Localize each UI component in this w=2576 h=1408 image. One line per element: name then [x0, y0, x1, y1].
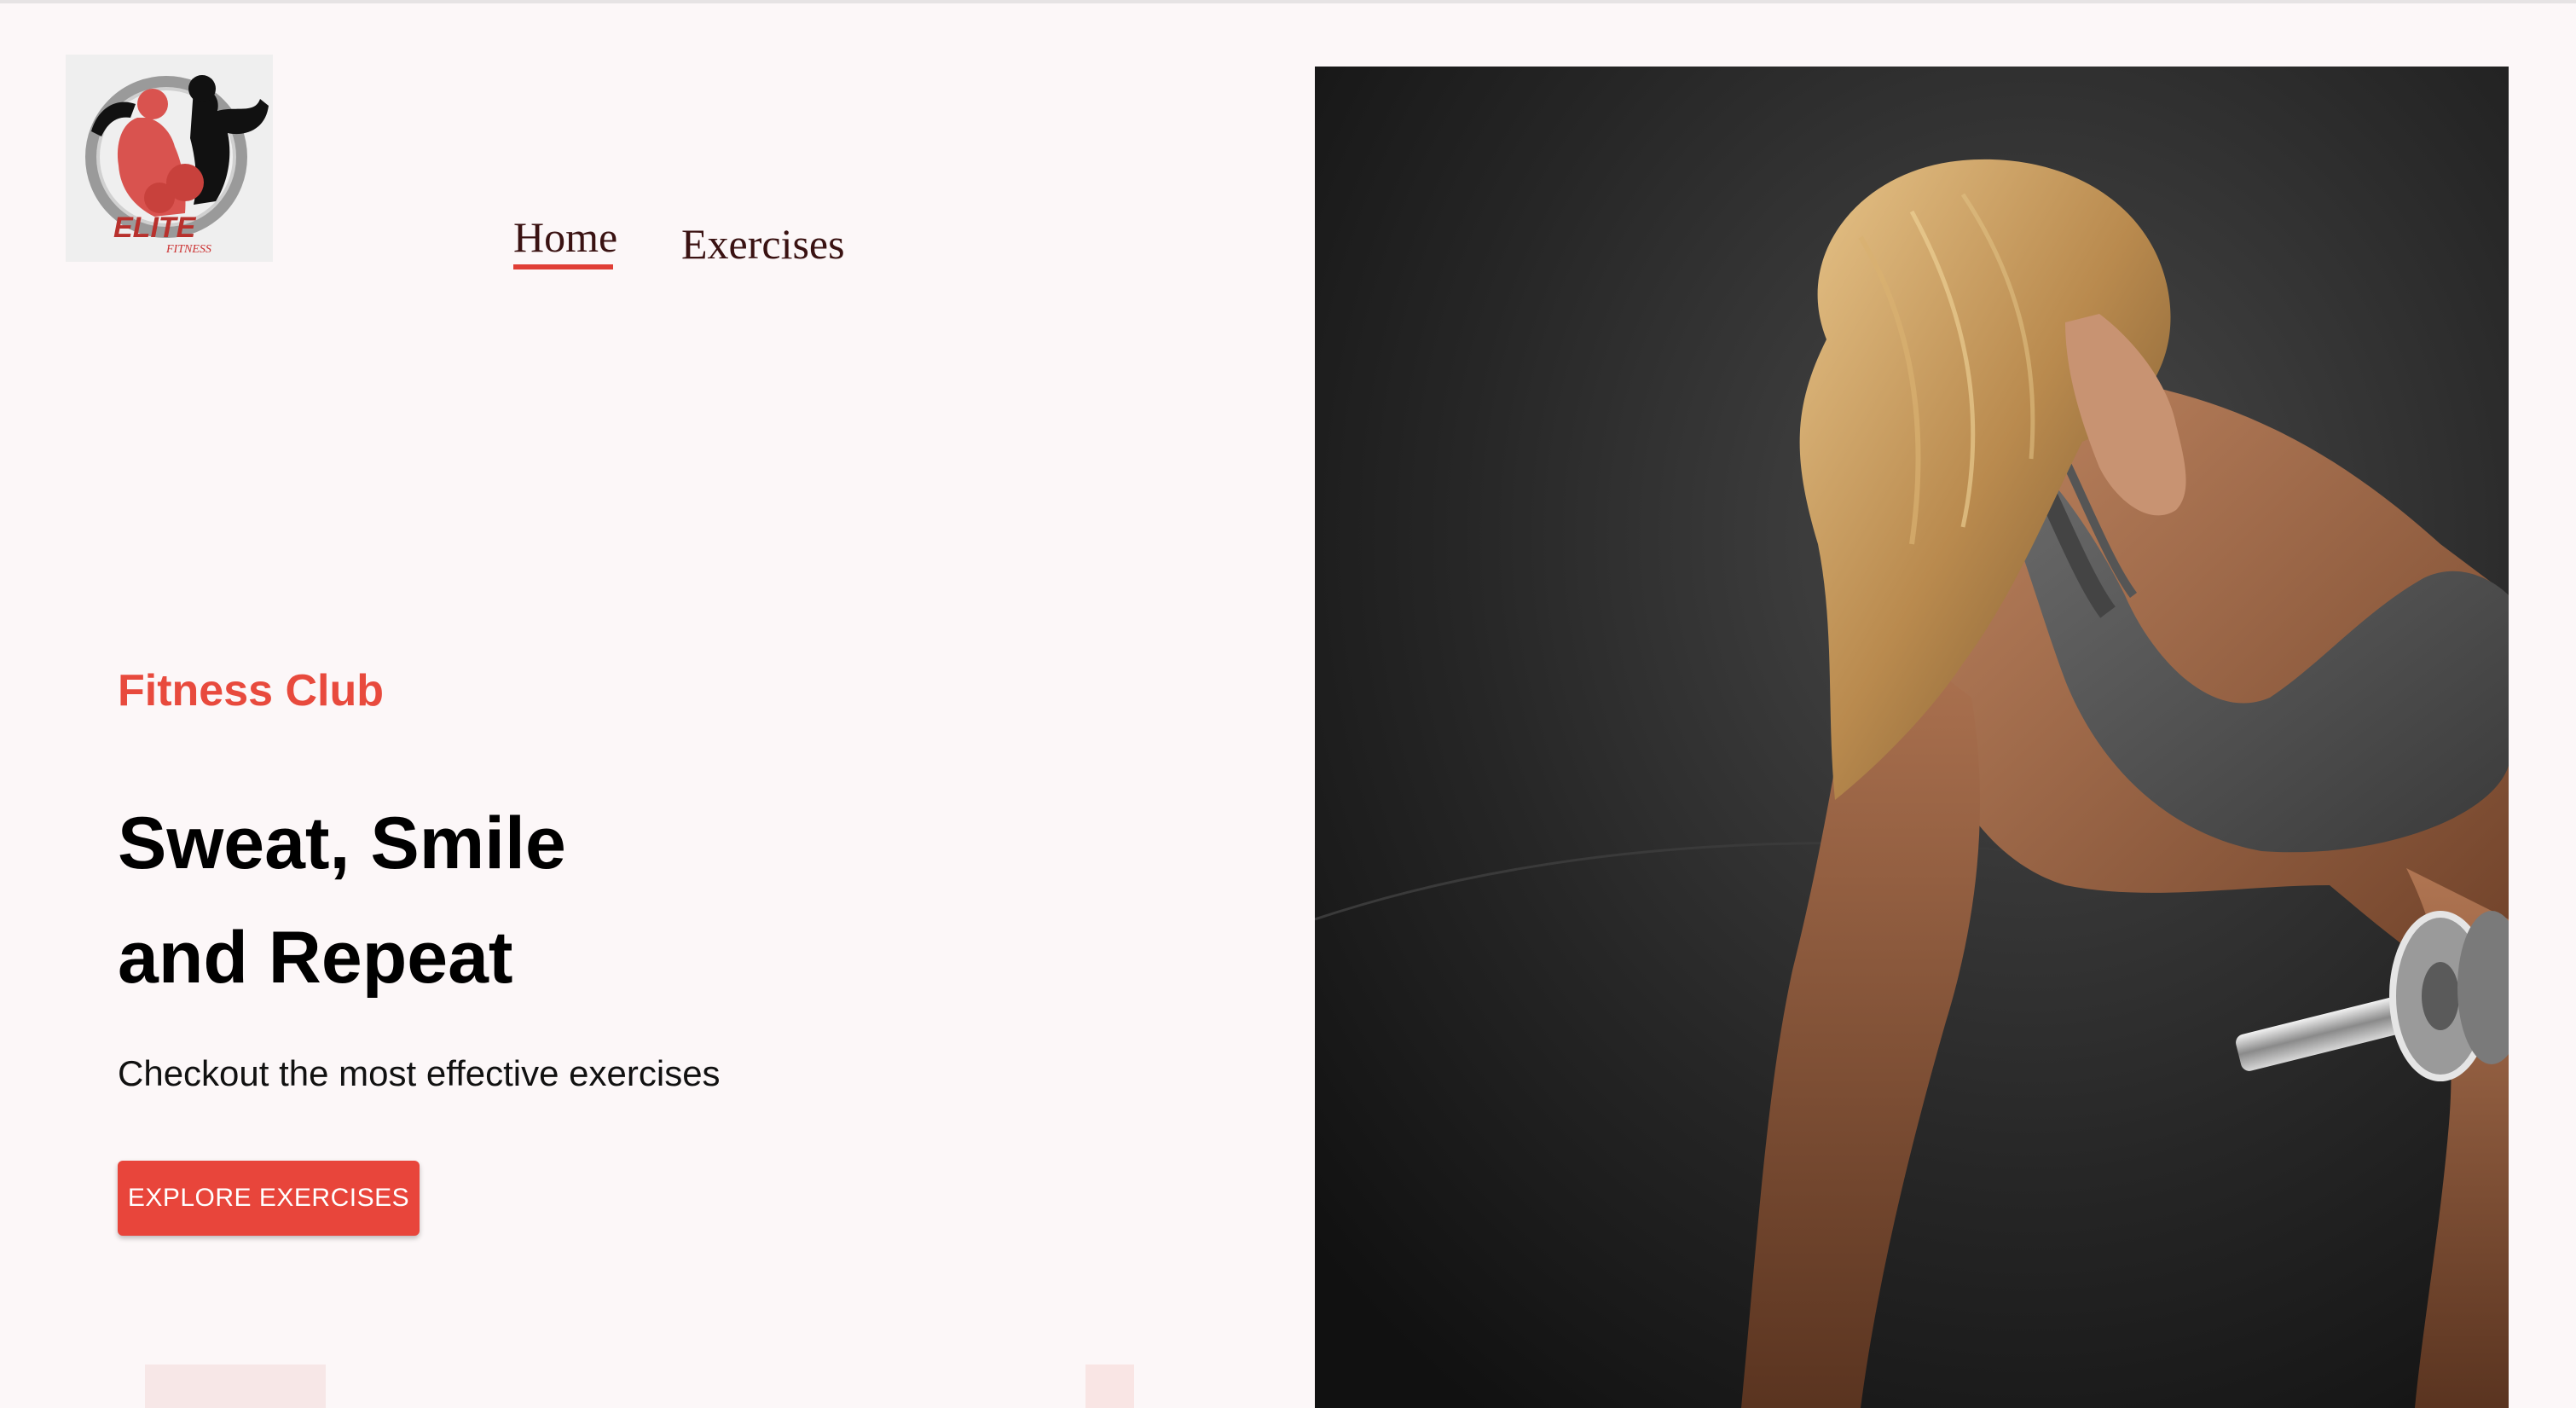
hero-title-line-1: Sweat, Smile: [118, 803, 566, 884]
logo-text-sub: FITNESS: [165, 243, 211, 256]
logo-image: ELITE FITNESS: [66, 55, 273, 262]
hero-title: Sweat, Smile and Repeat: [118, 786, 566, 1015]
page: ELITE FITNESS Home Exercises Fitness Clu…: [0, 0, 2576, 1408]
decorative-block: [145, 1365, 326, 1408]
hero-image: [1315, 67, 2509, 1408]
nav-active-indicator: [513, 264, 613, 269]
hero-subtitle: Checkout the most effective exercises: [118, 1053, 721, 1093]
explore-exercises-button[interactable]: EXPLORE EXERCISES: [118, 1161, 420, 1236]
hero-title-line-2: and Repeat: [118, 917, 513, 999]
logo[interactable]: ELITE FITNESS: [66, 55, 273, 262]
decorative-block: [1085, 1365, 1134, 1408]
hero-photo-illustration: [1315, 67, 2509, 1408]
top-border: [0, 0, 2576, 3]
hero-eyebrow: Fitness Club: [118, 666, 385, 716]
nav-home-link[interactable]: Home: [513, 211, 617, 263]
logo-text-main: ELITE: [113, 211, 197, 244]
nav-exercises-link[interactable]: Exercises: [681, 218, 845, 269]
